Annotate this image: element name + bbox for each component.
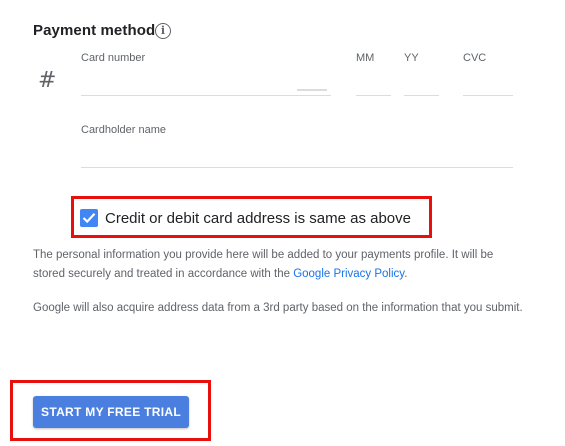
cardholder-name-underline [81,167,513,168]
yy-label: YY [404,52,419,64]
mm-underline [356,95,391,96]
privacy-policy-link[interactable]: Google Privacy Policy [293,268,404,280]
cvc-input[interactable] [463,74,513,94]
card-number-label: Card number [81,52,146,64]
hash-icon: # [38,68,57,93]
checkmark-icon [82,213,96,224]
mm-input[interactable] [356,74,391,94]
payment-method-title: Payment method [33,22,156,39]
card-number-underline [81,95,331,96]
privacy-disclaimer-text: The personal information you provide her… [33,249,494,280]
cardholder-name-label: Cardholder name [81,124,166,136]
card-number-input[interactable] [81,74,331,94]
privacy-disclaimer-end: . [404,268,408,280]
info-icon[interactable]: i [155,23,171,39]
privacy-disclaimer: The personal information you provide her… [33,246,523,284]
cvc-underline [463,95,513,96]
address-notice: Google will also acquire address data fr… [33,302,523,314]
yy-underline [404,95,439,96]
mm-label: MM [356,52,375,64]
card-number-suffix-placeholder [297,89,327,91]
payment-form-page: Payment method i # Card number MM YY CVC… [0,0,565,446]
yy-input[interactable] [404,74,439,94]
cardholder-name-input[interactable] [81,146,513,166]
start-free-trial-button[interactable]: START MY FREE TRIAL [33,396,189,428]
same-address-checkbox[interactable] [80,209,98,227]
cvc-label: CVC [463,52,487,64]
same-address-label[interactable]: Credit or debit card address is same as … [105,210,411,227]
